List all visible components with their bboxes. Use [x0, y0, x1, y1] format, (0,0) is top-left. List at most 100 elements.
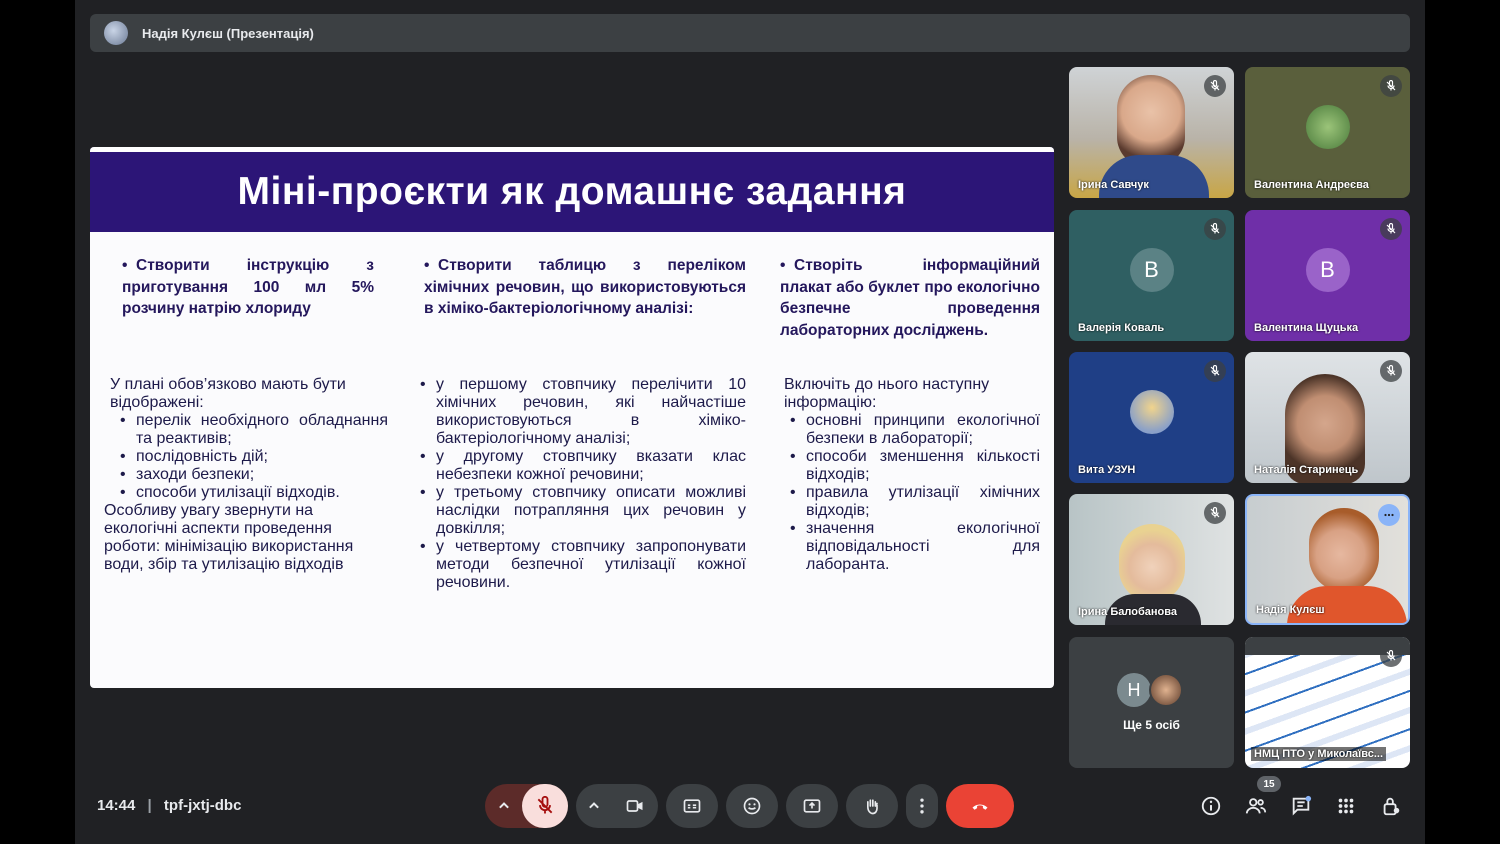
column-1-list: перелік необхідного обладнання та реакти… — [104, 412, 388, 502]
present-screen-button[interactable] — [786, 784, 838, 828]
present-icon — [803, 799, 821, 813]
presenter-avatar — [104, 21, 128, 45]
list-item: послідовність дій; — [118, 448, 388, 466]
activities-button[interactable] — [1334, 794, 1358, 818]
participant-tile[interactable]: В Валентина Щуцька — [1245, 210, 1410, 341]
avatar — [1305, 105, 1350, 150]
mic-off-icon — [1380, 360, 1402, 382]
avatar: В — [1305, 248, 1350, 293]
slide-column-1: • Створити інструкцію з приготування 100 … — [122, 257, 374, 317]
avatar: В — [1129, 248, 1174, 293]
list-item: значення екологічної відповідальності дл… — [788, 520, 1040, 574]
raise-hand-button[interactable] — [846, 784, 898, 828]
more-vert-icon — [920, 798, 924, 814]
column-3-list: основні принципи екологічної безпеки в л… — [774, 412, 1040, 574]
meeting-time: 14:44 — [97, 797, 136, 814]
presenter-name: Надія Кулєш (Презентація) — [142, 25, 314, 41]
mic-off-icon — [1380, 218, 1402, 240]
list-item: способи утилізації відходів. — [118, 484, 388, 502]
audio-options-button[interactable] — [486, 784, 522, 828]
participant-video — [1099, 155, 1209, 198]
slide-column-2: • Створити таблицю з переліком хімічних р… — [424, 257, 746, 317]
video-options-button[interactable] — [576, 784, 612, 828]
people-icon — [1245, 798, 1267, 814]
participant-name: Валентина Андреєва — [1254, 179, 1369, 191]
participant-name: Ірина Балобанова — [1078, 606, 1177, 618]
apps-grid-icon — [1338, 798, 1354, 814]
people-button[interactable] — [1244, 794, 1268, 818]
end-call-icon — [972, 804, 988, 810]
avatar — [1129, 390, 1174, 435]
mic-off-icon — [1204, 75, 1226, 97]
closed-captions-icon — [683, 799, 701, 813]
column-3-intro: Включіть до нього наступну інформацію: — [784, 376, 990, 411]
participant-tile[interactable]: НМЦ ПТО у Миколаївс... — [1245, 637, 1410, 768]
mic-off-icon — [1380, 75, 1402, 97]
reactions-button[interactable] — [726, 784, 778, 828]
participant-video — [1119, 524, 1185, 602]
participant-name: Валентина Щуцька — [1254, 322, 1359, 334]
list-item: у першому стовпчику перелічити 10 хімічн… — [418, 376, 746, 448]
presentation-bar: Надія Кулєш (Презентація) — [90, 14, 1410, 52]
column-1-outro: Особливу увагу звернути на екологічні ас… — [104, 502, 354, 573]
participant-tile[interactable]: Ірина Савчук — [1069, 67, 1234, 198]
slide-column-3: • Створіть інформаційний плакат або букле… — [780, 257, 1040, 339]
camera-control-group — [576, 784, 658, 828]
camera-toggle-button[interactable] — [612, 784, 658, 828]
meeting-code: tpf-jxtj-dbc — [163, 797, 242, 814]
more-participants-tile[interactable]: Н Ще 5 осіб — [1069, 637, 1234, 768]
list-item: у другому стовпчику вказати клас небезпе… — [418, 448, 746, 484]
chat-icon — [1292, 795, 1312, 816]
emoji-icon — [743, 797, 761, 815]
participant-tile[interactable]: Надія Кулєш — [1245, 494, 1410, 625]
participant-name: Ірина Савчук — [1078, 179, 1149, 191]
participant-name: Надія Кулєш — [1256, 604, 1325, 616]
participant-video — [1117, 75, 1185, 167]
mic-off-icon — [537, 796, 552, 814]
chat-button[interactable] — [1289, 794, 1313, 818]
column-2-body: у першому стовпчику перелічити 10 хімічн… — [418, 376, 746, 592]
column-2-list: у першому стовпчику перелічити 10 хімічн… — [418, 376, 746, 592]
lock-person-icon — [1383, 797, 1400, 816]
info-icon — [1201, 796, 1221, 816]
participant-tile[interactable]: Вита УЗУН — [1069, 352, 1234, 483]
shared-slide: Міні-проєкти як домашнє задання • Створит… — [90, 147, 1054, 688]
leave-call-button[interactable] — [946, 784, 1014, 828]
people-count-badge: 15 — [1257, 776, 1281, 792]
participant-tile[interactable]: В Валерія Коваль — [1069, 210, 1234, 341]
host-controls-button[interactable] — [1379, 794, 1403, 818]
more-options-button[interactable] — [906, 784, 938, 828]
mic-off-icon — [1204, 360, 1226, 382]
column-1-body: У плані обов’язково мають бути відображе… — [104, 376, 388, 574]
list-item: у четвертому стовпчику запропонувати мет… — [418, 538, 746, 592]
participant-name: НМЦ ПТО у Миколаївс... — [1251, 747, 1387, 761]
list-item: основні принципи екологічної безпеки в л… — [788, 412, 1040, 448]
participant-video — [1309, 508, 1379, 592]
meeting-details-button[interactable] — [1199, 794, 1223, 818]
participant-name: Валерія Коваль — [1078, 322, 1165, 334]
captions-button[interactable] — [666, 784, 718, 828]
slide-title: Міні-проєкти як домашнє задання — [237, 170, 907, 213]
list-item: заходи безпеки; — [118, 466, 388, 484]
more-options-icon[interactable] — [1378, 504, 1400, 526]
column-1-heading: Створити інструкцію з приготування 100 м… — [122, 257, 374, 317]
slide-header: Міні-проєкти як домашнє задання — [90, 147, 1054, 232]
column-1-intro: У плані обов’язково мають бути відображе… — [110, 376, 346, 411]
mic-control-group — [485, 784, 568, 828]
meeting-separator: | — [147, 797, 152, 814]
participant-name: Вита УЗУН — [1078, 464, 1136, 476]
mic-off-icon — [1204, 218, 1226, 240]
list-item: способи зменшення кількості відходів; — [788, 448, 1040, 484]
microphone-toggle-button[interactable] — [521, 784, 568, 828]
list-item: перелік необхідного обладнання та реакти… — [118, 412, 388, 448]
participant-tile[interactable]: Наталія Старинець — [1245, 352, 1410, 483]
chevron-up-icon — [498, 802, 509, 809]
chevron-up-icon — [589, 802, 599, 809]
participant-tile[interactable]: Ірина Балобанова — [1069, 494, 1234, 625]
meeting-info: 14:44 | tpf-jxtj-dbc — [97, 797, 241, 814]
participant-tile[interactable]: Валентина Андреєва — [1245, 67, 1410, 198]
video-camera-icon — [626, 800, 643, 812]
column-3-heading: Створіть інформаційний плакат або буклет… — [780, 257, 1040, 339]
avatar — [1149, 673, 1183, 707]
mic-off-icon — [1204, 502, 1226, 524]
